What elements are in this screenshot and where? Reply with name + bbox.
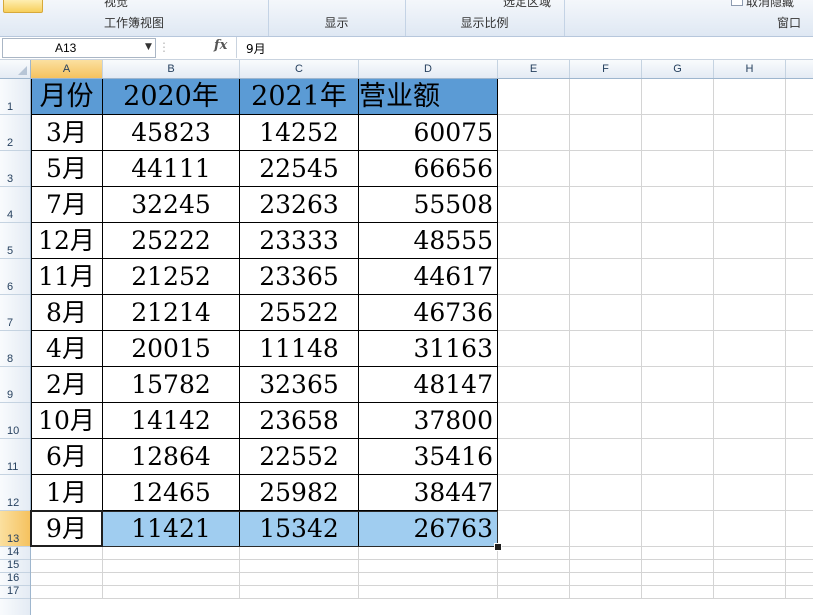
- month-cell[interactable]: 8月: [31, 295, 103, 331]
- month-cell[interactable]: 1月: [31, 475, 103, 511]
- name-box-value: A13: [55, 41, 77, 55]
- value-cell[interactable]: 20015: [103, 331, 240, 367]
- value-cell[interactable]: 23658: [240, 403, 359, 439]
- value-cell[interactable]: 22545: [240, 151, 359, 187]
- value-cell[interactable]: 23365: [240, 259, 359, 295]
- value-cell[interactable]: 35416: [359, 439, 498, 475]
- spreadsheet-grid[interactable]: ABCDEFGH 1 2 3 4 5 6 7 8 9 10 11 12 13 14 15 16 17 月份 202…: [0, 60, 813, 615]
- formula-bar-splitter-icon[interactable]: ⋮: [158, 40, 170, 54]
- ribbon-group-zoom: 选定区域 显示比例: [405, 0, 565, 36]
- formula-input[interactable]: 9月: [236, 37, 812, 58]
- value-cell[interactable]: 25222: [103, 223, 240, 259]
- ribbon-group-show: 显示: [268, 0, 406, 36]
- value-cell[interactable]: 25522: [240, 295, 359, 331]
- column-header-g[interactable]: G: [642, 60, 714, 78]
- insert-function-icon[interactable]: fx: [214, 38, 227, 53]
- name-box[interactable]: A13 ▼: [2, 38, 156, 58]
- month-cell[interactable]: 10月: [31, 403, 103, 439]
- value-cell[interactable]: 38447: [359, 475, 498, 511]
- row-header-5[interactable]: 5: [0, 223, 30, 259]
- value-cell[interactable]: 23333: [240, 223, 359, 259]
- row-header-4[interactable]: 4: [0, 187, 30, 223]
- value-cell[interactable]: 12465: [103, 475, 240, 511]
- formula-value: 9月: [246, 42, 266, 56]
- row-header-3[interactable]: 3: [0, 151, 30, 187]
- row-header-6[interactable]: 6: [0, 259, 30, 295]
- month-cell[interactable]: 7月: [31, 187, 103, 223]
- value-cell[interactable]: 45823: [103, 115, 240, 151]
- month-cell[interactable]: 6月: [31, 439, 103, 475]
- value-cell[interactable]: 14252: [240, 115, 359, 151]
- value-cell[interactable]: 23263: [240, 187, 359, 223]
- fill-handle[interactable]: [494, 543, 502, 551]
- row-header-10[interactable]: 10: [0, 403, 30, 439]
- value-cell[interactable]: 46736: [359, 295, 498, 331]
- value-cell[interactable]: 48147: [359, 367, 498, 403]
- ribbon-group-window: 取消隐藏 窗口: [564, 0, 813, 36]
- value-cell[interactable]: 21214: [103, 295, 240, 331]
- value-cell[interactable]: 15782: [103, 367, 240, 403]
- value-cell[interactable]: 37800: [359, 403, 498, 439]
- value-cell[interactable]: 31163: [359, 331, 498, 367]
- value-cell[interactable]: 44617: [359, 259, 498, 295]
- value-cell[interactable]: 22552: [240, 439, 359, 475]
- value-cell[interactable]: 25982: [240, 475, 359, 511]
- row-header-11[interactable]: 11: [0, 439, 30, 475]
- group-label: 显示比例: [460, 16, 509, 30]
- checkbox-icon[interactable]: [731, 0, 743, 6]
- column-header-a[interactable]: A: [31, 60, 103, 78]
- row-header-9[interactable]: 9: [0, 367, 30, 403]
- month-cell[interactable]: 11月: [31, 259, 103, 295]
- normal-view-button[interactable]: [3, 0, 43, 13]
- column-header-b[interactable]: B: [103, 60, 240, 78]
- column-header-d[interactable]: D: [359, 60, 498, 78]
- row-header-17[interactable]: 17: [0, 585, 30, 599]
- row-header-12[interactable]: 12: [0, 475, 30, 511]
- group-label: 窗口: [776, 16, 801, 30]
- value-cell[interactable]: 60075: [359, 115, 498, 151]
- value-cell[interactable]: 55508: [359, 187, 498, 223]
- column-header-e[interactable]: E: [498, 60, 570, 78]
- value-cell[interactable]: 12864: [103, 439, 240, 475]
- month-cell[interactable]: 3月: [31, 115, 103, 151]
- ribbon: 视觉 工作簿视图 显示 选定区域 显示比例 取消隐藏 窗口: [0, 0, 813, 37]
- row-header-7[interactable]: 7: [0, 295, 30, 331]
- row-header-8[interactable]: 8: [0, 331, 30, 367]
- row-headers: 1 2 3 4 5 6 7 8 9 10 11 12 13 14 15 16 17: [0, 79, 31, 615]
- column-header-f[interactable]: F: [570, 60, 642, 78]
- select-all-button[interactable]: [0, 60, 31, 78]
- value-cell[interactable]: 48555: [359, 223, 498, 259]
- value-cell[interactable]: 11148: [240, 331, 359, 367]
- column-header-h[interactable]: H: [714, 60, 786, 78]
- row-header-1[interactable]: 1: [0, 79, 30, 115]
- formula-bar: A13 ▼ ⋮ fx 9月: [0, 37, 813, 60]
- month-cell[interactable]: 4月: [31, 331, 103, 367]
- month-cell[interactable]: 2月: [31, 367, 103, 403]
- ribbon-cut-label: 视觉: [104, 0, 129, 9]
- zoom-to-selection-button[interactable]: 选定区域: [503, 0, 551, 10]
- value-cell[interactable]: 14142: [103, 403, 240, 439]
- value-cell[interactable]: 66656: [359, 151, 498, 187]
- selected-range-outline: [31, 511, 498, 547]
- value-cell[interactable]: 32245: [103, 187, 240, 223]
- column-headers: ABCDEFGH: [0, 60, 813, 79]
- group-label: 工作簿视图: [103, 16, 164, 30]
- unhide-button[interactable]: 取消隐藏: [746, 0, 794, 10]
- row-header-13[interactable]: 13: [0, 511, 30, 547]
- table-border: [31, 79, 32, 547]
- ribbon-group-workbook-views: 视觉 工作簿视图: [0, 0, 269, 36]
- group-label: 显示: [324, 16, 349, 30]
- column-header-c[interactable]: C: [240, 60, 359, 78]
- row-header-2[interactable]: 2: [0, 115, 30, 151]
- value-cell[interactable]: 32365: [240, 367, 359, 403]
- header-cell[interactable]: 2021年: [240, 79, 359, 115]
- month-cell[interactable]: 5月: [31, 151, 103, 187]
- header-cell[interactable]: 营业额: [359, 79, 498, 115]
- month-cell[interactable]: 12月: [31, 223, 103, 259]
- value-cell[interactable]: 44111: [103, 151, 240, 187]
- header-cell[interactable]: 2020年: [103, 79, 240, 115]
- chevron-down-icon[interactable]: ▼: [145, 42, 152, 52]
- header-cell[interactable]: 月份: [31, 79, 103, 115]
- value-cell[interactable]: 21252: [103, 259, 240, 295]
